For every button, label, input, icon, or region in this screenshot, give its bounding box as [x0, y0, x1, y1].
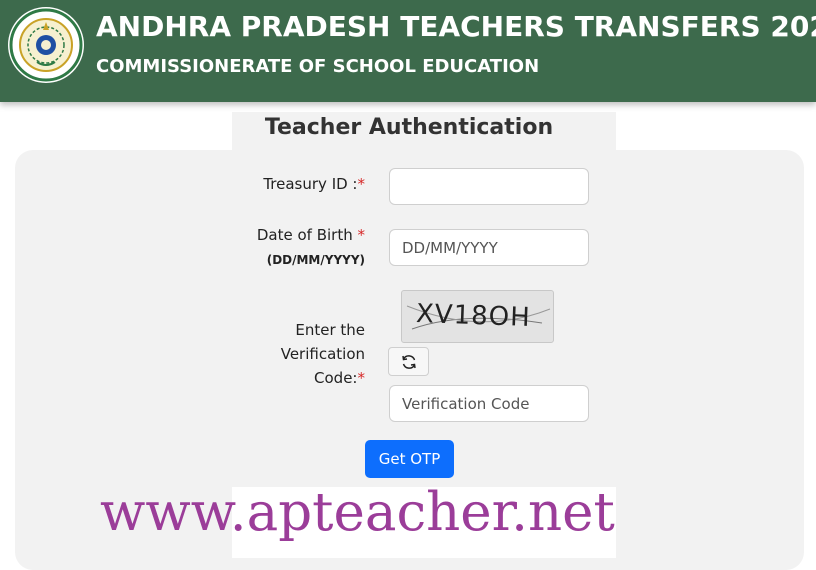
verification-label: Enter the Verification Code:*	[230, 318, 365, 390]
page-title: ANDHRA PRADESH TEACHERS TRANSFERS 2025	[96, 10, 816, 43]
dob-label-text: Date of Birth	[256, 226, 353, 244]
form-title: Teacher Authentication	[264, 115, 554, 140]
watermark-text: www.apteacher.net	[100, 482, 615, 543]
verification-code-input[interactable]	[389, 385, 589, 422]
dob-format-hint: (DD/MM/YYYY)	[266, 253, 365, 267]
verification-label-line3: Code:	[314, 369, 358, 387]
page-header: ANDHRA PRADESH TEACHERS TRANSFERS 2025 C…	[0, 0, 816, 102]
captcha-text: XV18OH	[415, 299, 532, 333]
verification-label-line1: Enter the	[295, 321, 365, 339]
verification-label-line2: Verification	[280, 345, 365, 363]
dob-label: Date of Birth * (DD/MM/YYYY)	[200, 223, 365, 272]
page-subtitle: COMMISSIONERATE OF SCHOOL EDUCATION	[96, 56, 540, 77]
dob-input[interactable]	[389, 229, 589, 266]
required-asterisk: *	[357, 226, 366, 244]
get-otp-button[interactable]: Get OTP	[365, 440, 454, 478]
required-asterisk: *	[357, 369, 366, 387]
required-asterisk: *	[357, 175, 366, 193]
refresh-captcha-button[interactable]	[388, 347, 429, 376]
refresh-icon	[401, 354, 416, 369]
ap-government-emblem-icon	[8, 7, 84, 83]
treasury-id-label: Treasury ID :*	[230, 172, 365, 196]
treasury-id-label-text: Treasury ID :	[263, 175, 358, 193]
treasury-id-input[interactable]	[389, 168, 589, 205]
captcha-image: XV18OH	[401, 290, 554, 343]
